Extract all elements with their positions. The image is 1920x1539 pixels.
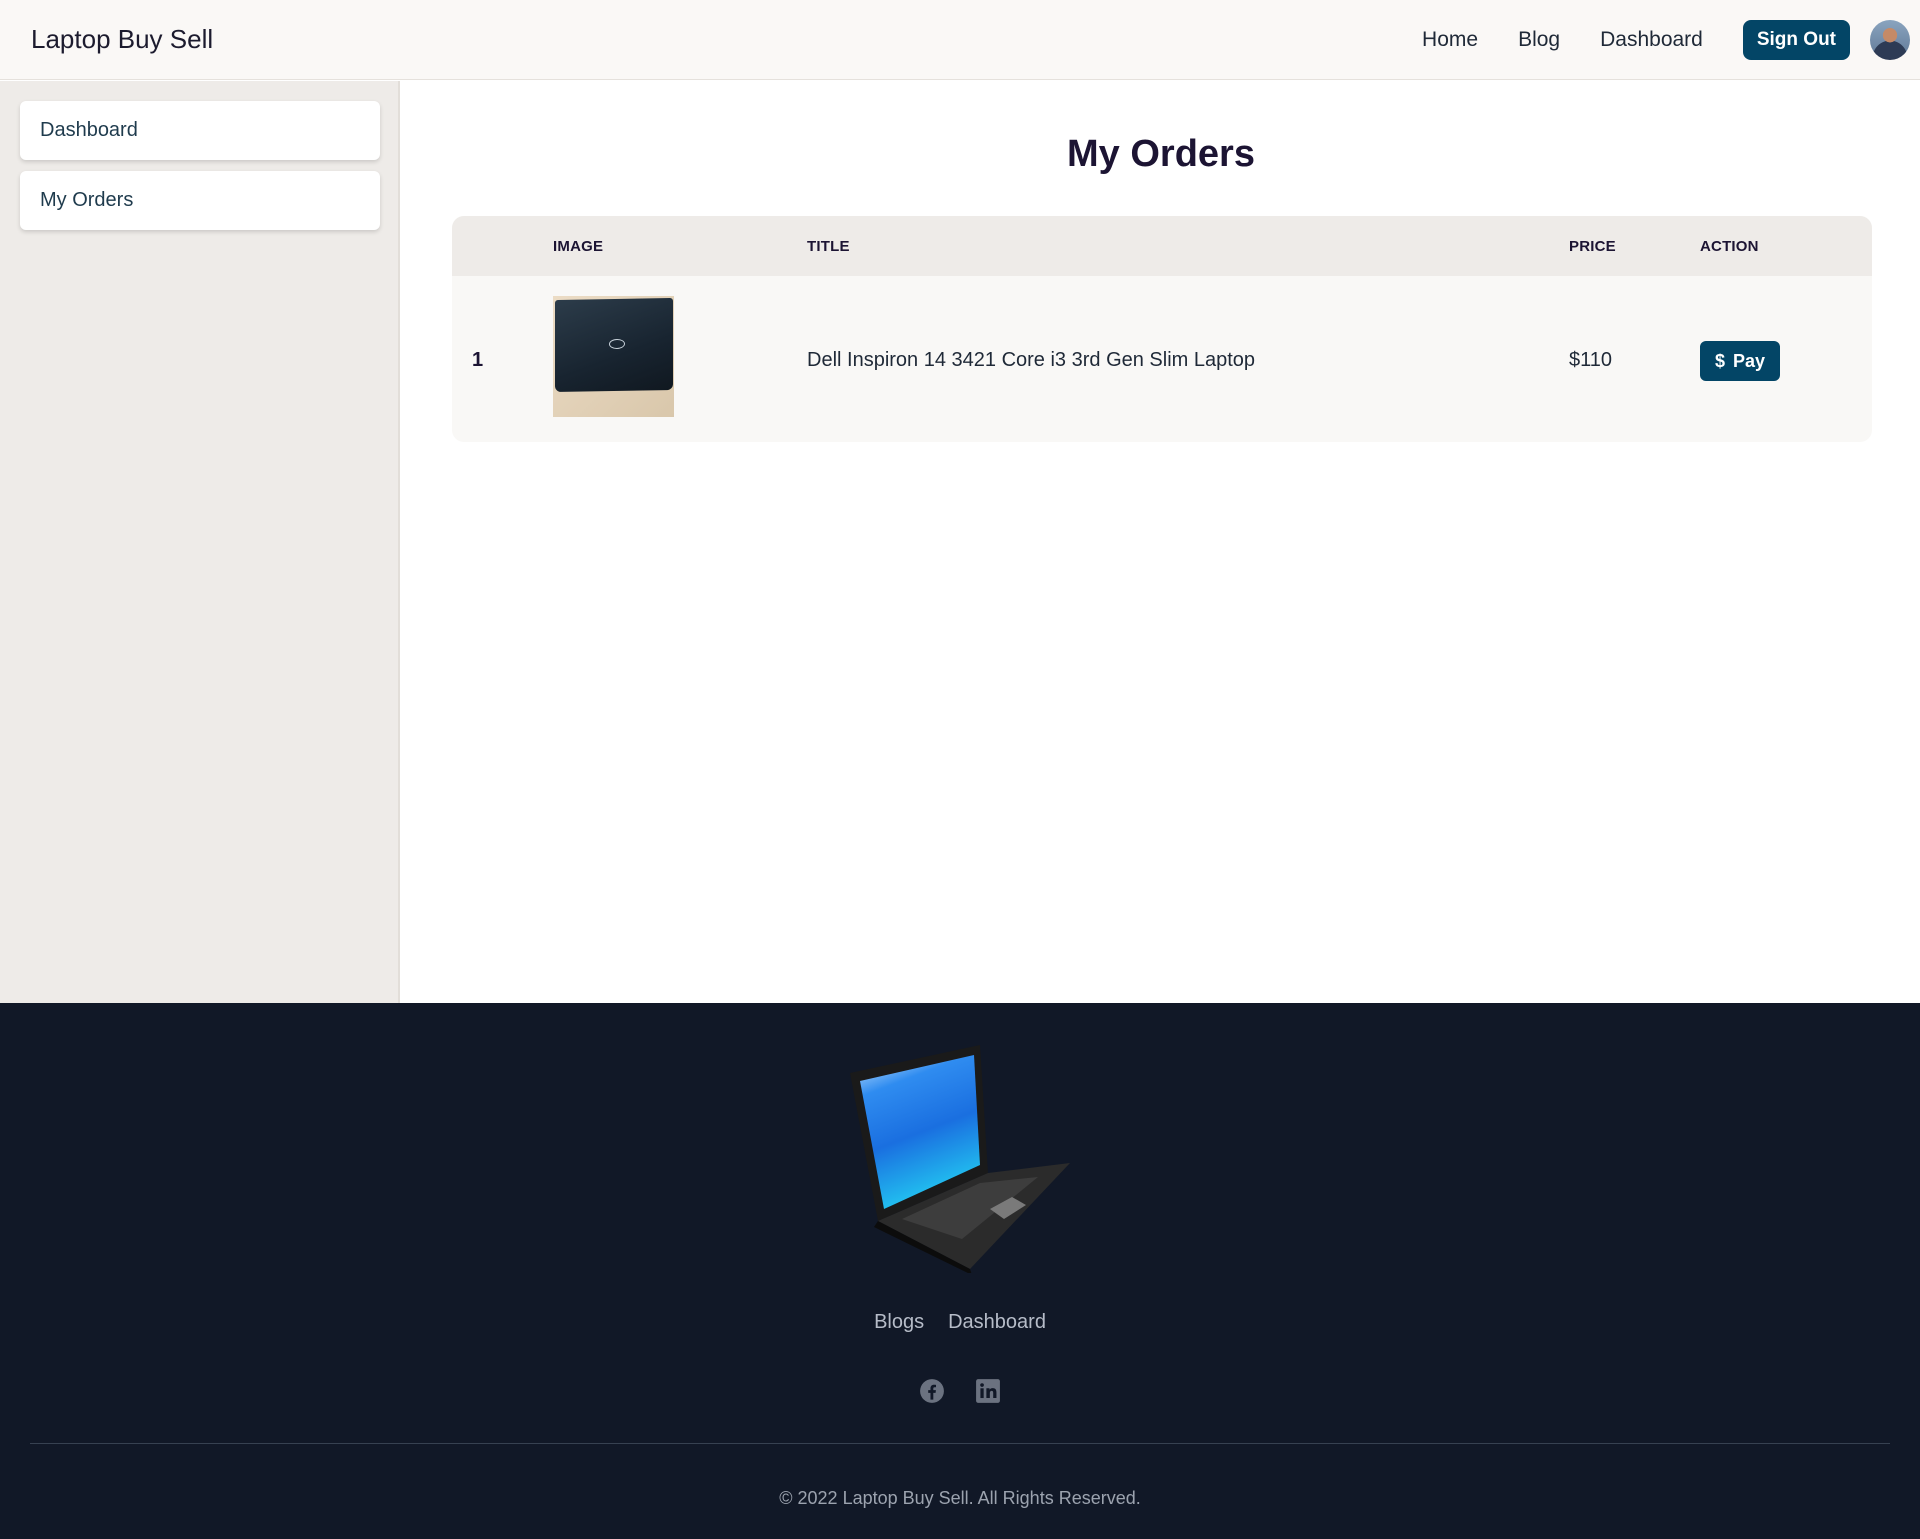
order-price: $110 (1569, 349, 1613, 371)
footer-link-blogs[interactable]: Blogs (874, 1311, 924, 1334)
sidebar-item-dashboard[interactable]: Dashboard (20, 101, 380, 160)
footer-divider (30, 1443, 1890, 1444)
column-header-action: ACTION (1700, 238, 1759, 255)
main-content: My Orders IMAGE TITLE PRICE ACTION 1 Del… (402, 81, 1920, 1003)
dell-logo-icon (609, 338, 625, 350)
nav-home-link[interactable]: Home (1422, 28, 1478, 52)
copyright-text: © 2022 Laptop Buy Sell. All Rights Reser… (779, 1488, 1141, 1508)
laptop-thumbnail (553, 296, 674, 417)
sidebar-item-my-orders[interactable]: My Orders (20, 171, 380, 230)
sign-out-button[interactable]: Sign Out (1742, 20, 1850, 60)
pay-label: Pay (1732, 350, 1766, 371)
facebook-icon[interactable] (919, 1378, 945, 1404)
column-header-image: IMAGE (553, 238, 604, 255)
pay-button[interactable]: $ Pay (1700, 341, 1780, 381)
footer: Blogs Dashboard © 2022 Laptop Buy Sell. … (0, 1003, 1920, 1539)
sidebar: Dashboard My Orders (0, 81, 400, 1003)
nav-links: Home Blog Dashboard Sign Out (1422, 0, 1920, 80)
footer-links: Blogs Dashboard (0, 1311, 1920, 1334)
laptop-lid (555, 297, 673, 393)
social-links (0, 1378, 1920, 1404)
top-navbar: Laptop Buy Sell Home Blog Dashboard Sign… (0, 0, 1920, 80)
table-header: IMAGE TITLE PRICE ACTION (452, 216, 1872, 276)
column-header-title: TITLE (807, 238, 850, 255)
footer-link-dashboard[interactable]: Dashboard (948, 1311, 1046, 1334)
page-title: My Orders (1067, 133, 1255, 175)
order-title: Dell Inspiron 14 3421 Core i3 3rd Gen Sl… (807, 349, 1256, 371)
orders-table: IMAGE TITLE PRICE ACTION 1 Dell Inspiron… (452, 216, 1872, 442)
brand-logo-text[interactable]: Laptop Buy Sell (31, 24, 213, 55)
linkedin-icon[interactable] (975, 1378, 1001, 1404)
user-avatar[interactable] (1870, 20, 1910, 60)
row-index: 1 (472, 349, 484, 371)
nav-dashboard-link[interactable]: Dashboard (1600, 28, 1703, 52)
laptop-logo-icon (850, 1045, 1070, 1273)
dollar-icon: $ (1714, 350, 1725, 371)
nav-blog-link[interactable]: Blog (1518, 28, 1560, 52)
column-header-price: PRICE (1569, 238, 1616, 255)
